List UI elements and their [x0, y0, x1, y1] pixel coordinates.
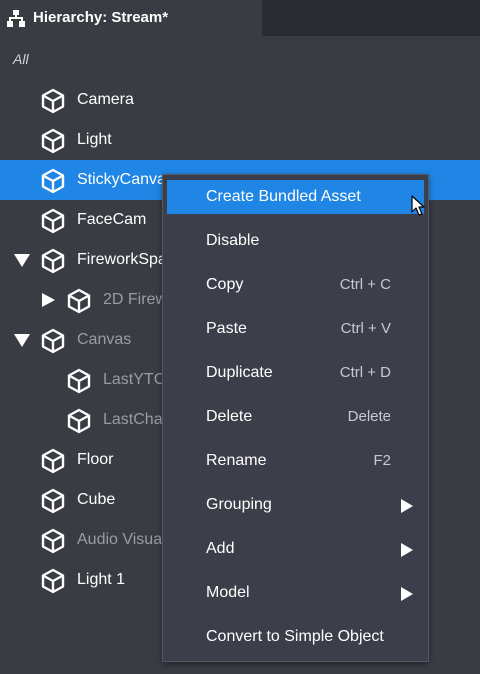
submenu-arrow-icon [401, 587, 413, 601]
cube-icon [67, 408, 91, 434]
cube-icon [41, 88, 65, 114]
context-menu: Create Bundled Asset Disable Copy Ctrl +… [162, 174, 429, 662]
cube-icon [67, 288, 91, 314]
cube-icon [41, 448, 65, 474]
cube-icon [41, 208, 65, 234]
cube-icon [67, 368, 91, 394]
menu-item-shortcut: Delete [347, 408, 391, 425]
tree-item-label: Floor [77, 451, 114, 468]
menu-item-shortcut: Ctrl + C [339, 276, 391, 293]
menu-item-shortcut: Ctrl + V [340, 320, 391, 337]
cube-icon [41, 128, 65, 154]
menu-item-label: Disable [206, 232, 260, 249]
tree-item-label: 2D Firew [103, 291, 168, 308]
cube-icon [41, 328, 65, 354]
menu-item-delete[interactable]: Delete Delete [163, 396, 428, 440]
menu-item-add[interactable]: Add [163, 528, 428, 572]
menu-item-label: Copy [206, 276, 244, 293]
menu-item-label: Model [206, 584, 250, 601]
tree-item-label: Light [77, 131, 112, 148]
menu-item-label: Add [206, 540, 235, 557]
tree-item-light[interactable]: Light [0, 120, 480, 160]
menu-item-duplicate[interactable]: Duplicate Ctrl + D [163, 352, 428, 396]
menu-item-paste[interactable]: Paste Ctrl + V [163, 308, 428, 352]
hierarchy-icon [7, 10, 25, 27]
menu-item-disable[interactable]: Disable [163, 220, 428, 264]
tree-item-label: Camera [77, 91, 134, 108]
collapse-arrow-icon[interactable] [42, 293, 55, 307]
tree-item-label: FaceCam [77, 211, 147, 228]
menu-item-label: Create Bundled Asset [206, 188, 361, 205]
tree-item-label: Canvas [77, 331, 132, 348]
tab-bar: Hierarchy: Stream* [0, 0, 480, 36]
expand-arrow-icon[interactable] [14, 334, 30, 347]
tree-item-label: Cube [77, 491, 116, 508]
menu-item-grouping[interactable]: Grouping [163, 484, 428, 528]
menu-item-label: Grouping [206, 496, 272, 513]
menu-item-shortcut: Ctrl + D [339, 364, 391, 381]
cube-icon [41, 248, 65, 274]
cube-icon [41, 168, 65, 194]
cube-icon [41, 528, 65, 554]
tree-item-label: Light 1 [77, 571, 126, 588]
menu-item-convert-to-simple-object[interactable]: Convert to Simple Object [163, 616, 428, 660]
tree-item-label: LastYTC [103, 371, 166, 388]
submenu-arrow-icon [401, 543, 413, 557]
tree-item-label: FireworkSpa [77, 251, 167, 268]
hierarchy-tab[interactable]: Hierarchy: Stream* [0, 0, 262, 36]
submenu-arrow-icon [401, 499, 413, 513]
menu-item-shortcut: F2 [373, 452, 391, 469]
mouse-cursor-icon [411, 195, 425, 216]
tree-item-label: StickyCanva [77, 171, 166, 188]
menu-item-label: Paste [206, 320, 247, 337]
panel-title: Hierarchy: Stream* [33, 9, 169, 26]
menu-item-label: Rename [206, 452, 267, 469]
expand-arrow-icon[interactable] [14, 254, 30, 267]
tree-item-label: Audio Visua [77, 531, 163, 548]
menu-item-create-bundled-asset[interactable]: Create Bundled Asset [167, 180, 424, 214]
filter-bar[interactable]: All [0, 36, 480, 81]
cube-icon [41, 568, 65, 594]
menu-item-label: Duplicate [206, 364, 273, 381]
menu-item-label: Delete [206, 408, 253, 425]
tree-item-label: LastCha [103, 411, 163, 428]
menu-item-copy[interactable]: Copy Ctrl + C [163, 264, 428, 308]
tree-item-camera[interactable]: Camera [0, 80, 480, 120]
cube-icon [41, 488, 65, 514]
filter-label: All [13, 51, 29, 67]
menu-item-model[interactable]: Model [163, 572, 428, 616]
menu-item-rename[interactable]: Rename F2 [163, 440, 428, 484]
menu-item-label: Convert to Simple Object [206, 628, 384, 645]
